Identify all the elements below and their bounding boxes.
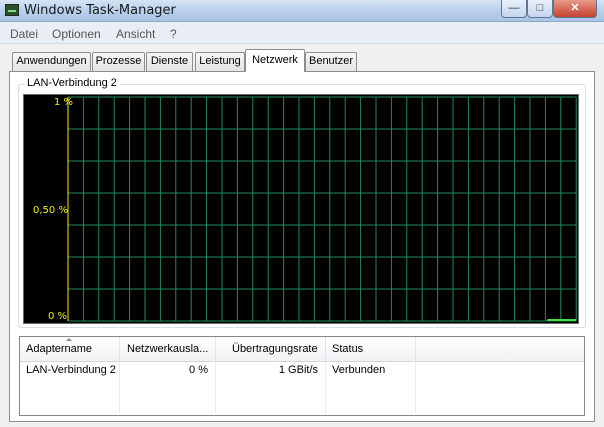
column-divider: [325, 362, 326, 414]
cell-network-utilization: 0 %: [189, 364, 208, 376]
column-status[interactable]: Status: [326, 337, 416, 362]
tab-processes[interactable]: Prozesse: [92, 52, 145, 71]
tab-users[interactable]: Benutzer: [305, 52, 357, 71]
graph-canvas: [67, 96, 577, 322]
sort-ascending-icon: [66, 338, 72, 341]
window-title: Windows Task-Manager: [24, 3, 176, 18]
y-label-mid: 0,50 %: [33, 205, 68, 216]
task-manager-icon: [5, 4, 19, 16]
column-divider: [415, 362, 416, 414]
close-button[interactable]: ✕: [553, 0, 597, 18]
graph-group-label: LAN-Verbindung 2: [24, 77, 120, 89]
menu-help[interactable]: ?: [170, 27, 177, 41]
tab-applications[interactable]: Anwendungen: [12, 52, 91, 71]
minimize-button[interactable]: —: [501, 0, 527, 18]
cell-link-speed: 1 GBit/s: [278, 364, 318, 376]
cell-adapter-name[interactable]: LAN-Verbindung 2: [26, 364, 116, 376]
y-label-top: 1 %: [54, 97, 74, 108]
title-bar: Windows Task-Manager — □ ✕: [0, 0, 604, 22]
menu-options[interactable]: Optionen: [52, 27, 101, 41]
network-utilization-graph: [23, 94, 579, 324]
maximize-button[interactable]: □: [527, 0, 553, 18]
menu-file[interactable]: Datei: [10, 27, 38, 41]
column-link-speed[interactable]: Übertragungsrate: [216, 337, 326, 362]
menu-view[interactable]: Ansicht: [116, 27, 155, 41]
y-label-bottom: 0 %: [48, 311, 68, 322]
tab-networking[interactable]: Netzwerk: [245, 49, 305, 72]
tab-services[interactable]: Dienste: [146, 52, 193, 71]
menu-bar: Datei Optionen Ansicht ?: [0, 22, 604, 44]
tab-performance[interactable]: Leistung: [195, 52, 245, 71]
cell-status: Verbunden: [332, 364, 386, 376]
column-network-utilization[interactable]: Netzwerkausla...: [120, 337, 216, 362]
